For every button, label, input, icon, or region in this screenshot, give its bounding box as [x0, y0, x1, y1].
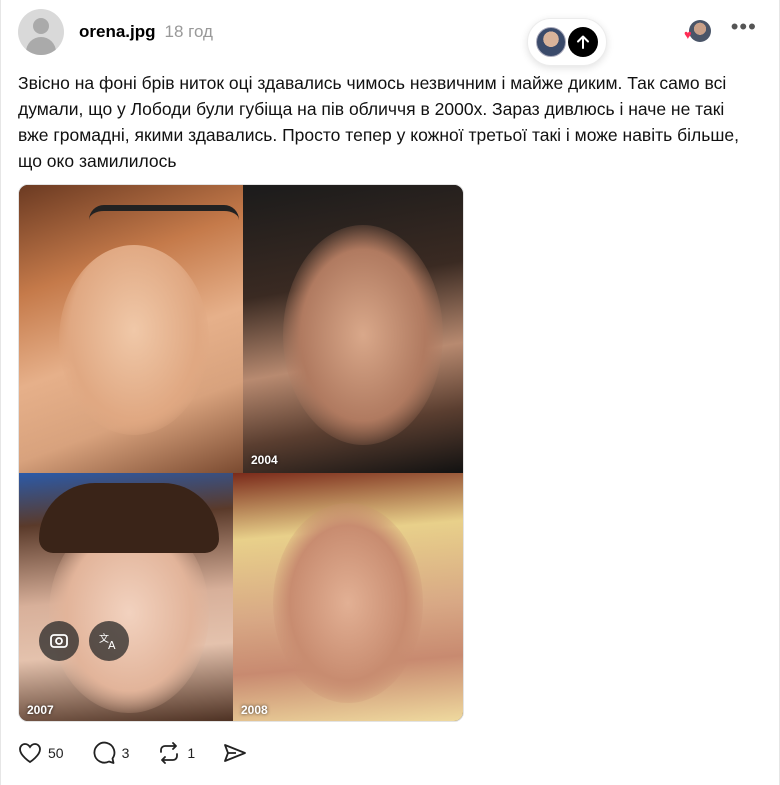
- translate-icon[interactable]: 文A: [89, 621, 129, 661]
- photo-panel-4: 2008: [233, 473, 463, 721]
- header-tools: ♥ •••: [684, 16, 757, 42]
- more-icon[interactable]: •••: [731, 16, 757, 40]
- photo-panel-2: 2004: [243, 185, 463, 473]
- post-text: Звісно на фоні брів ниток оці здавались …: [18, 73, 739, 171]
- comment-button[interactable]: 3: [92, 741, 130, 765]
- liked-heart-icon: ♥: [684, 26, 692, 42]
- author-username[interactable]: orena.jpg: [79, 22, 156, 42]
- arrow-up-icon[interactable]: [568, 27, 598, 57]
- year-label-2008: 2008: [241, 703, 268, 717]
- new-posts-avatar: [536, 27, 566, 57]
- year-label-2004: 2004: [251, 453, 278, 467]
- post-image[interactable]: 2004 2007 2008 文A: [18, 184, 464, 722]
- post-actions: 50 3 1: [18, 738, 275, 768]
- like-count: 50: [48, 745, 64, 761]
- share-icon: [224, 744, 247, 762]
- author-avatar[interactable]: [18, 9, 64, 55]
- scroll-to-top-pill[interactable]: [527, 18, 607, 66]
- repost-count: 1: [187, 745, 196, 761]
- post-header: orena.jpg 18 год: [18, 8, 213, 56]
- photo-panel-3: 2007: [19, 473, 233, 721]
- photo-panel-1: [19, 185, 243, 473]
- post-timestamp: 18 год: [164, 22, 213, 41]
- svg-text:A: A: [108, 639, 116, 651]
- lens-icon[interactable]: [39, 621, 79, 661]
- year-label-2007: 2007: [27, 703, 54, 717]
- share-button[interactable]: [223, 742, 247, 764]
- comment-count: 3: [121, 745, 130, 761]
- like-button[interactable]: 50: [18, 742, 64, 764]
- comment-icon: [93, 741, 115, 764]
- repost-button[interactable]: 1: [157, 741, 195, 765]
- repost-icon: [160, 742, 179, 764]
- heart-icon: [19, 743, 41, 764]
- liker-avatar: [688, 20, 711, 42]
